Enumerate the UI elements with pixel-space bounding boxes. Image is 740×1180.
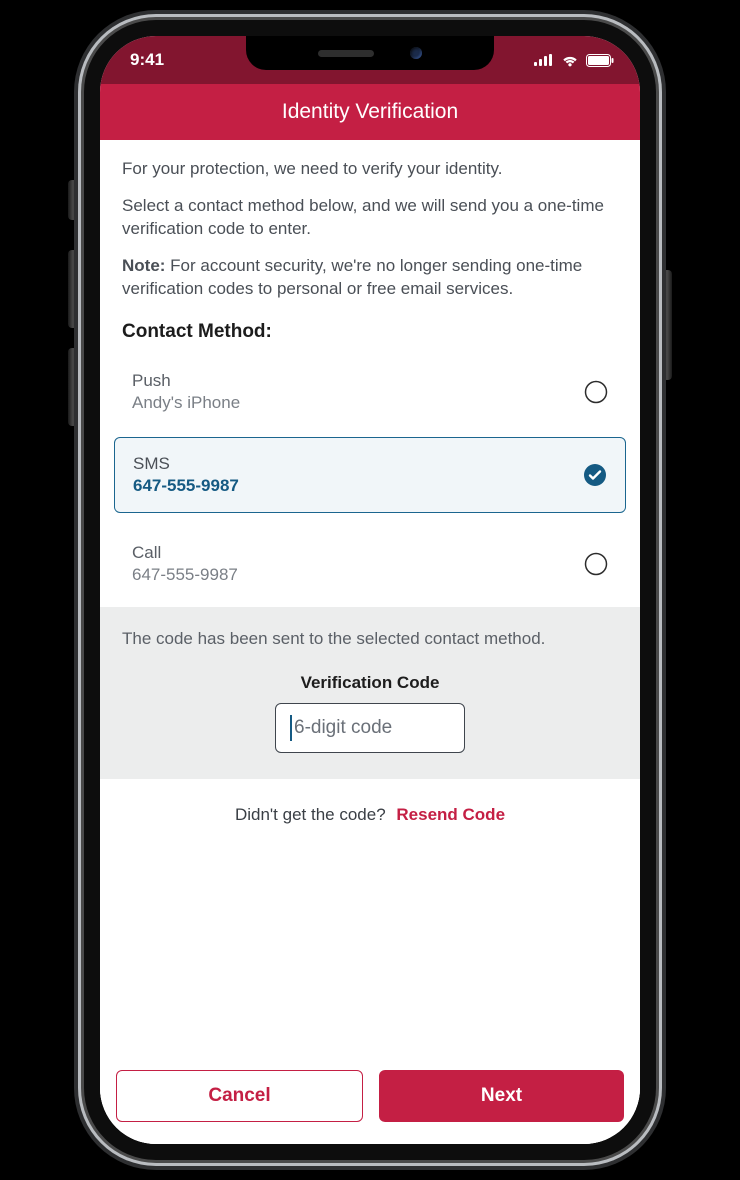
method-label: SMS [133,454,239,474]
cancel-button[interactable]: Cancel [116,1070,363,1122]
content-area: For your protection, we need to verify y… [100,140,640,1144]
intro-note: Note: For account security, we're no lon… [122,255,618,301]
status-time: 9:41 [130,50,164,70]
contact-method-push[interactable]: Push Andy's iPhone [114,357,626,427]
contact-method-title: Contact Method: [100,315,640,357]
device-notch [246,36,494,70]
radio-unchecked-icon [584,380,608,404]
page-title-bar: Identity Verification [100,84,640,140]
cancel-button-label: Cancel [208,1085,270,1107]
text-caret [290,715,292,741]
method-label: Push [132,371,240,391]
radio-checked-icon [583,463,607,487]
radio-unchecked-icon [584,552,608,576]
next-button[interactable]: Next [379,1070,624,1122]
page-title: Identity Verification [282,100,458,124]
phone-silent-switch [68,180,78,220]
code-sent-message: The code has been sent to the selected c… [122,629,618,649]
intro-block: For your protection, we need to verify y… [100,140,640,301]
screen: 9:41 [100,36,640,1144]
phone-power-button [662,270,672,380]
footer-actions: Cancel Next [100,1058,640,1144]
next-button-label: Next [481,1085,522,1107]
phone-volume-down [68,348,78,426]
intro-line-1: For your protection, we need to verify y… [122,158,618,181]
verification-code-input[interactable]: 6-digit code [275,703,465,753]
verification-code-label: Verification Code [122,673,618,693]
method-label: Call [132,543,238,563]
verification-panel: The code has been sent to the selected c… [100,607,640,779]
intro-line-2: Select a contact method below, and we wi… [122,195,618,241]
front-camera [410,47,422,59]
code-input-placeholder: 6-digit code [294,717,392,739]
wifi-icon [561,54,579,67]
contact-method-sms[interactable]: SMS 647-555-9987 [114,437,626,513]
method-value: 647-555-9987 [133,476,239,496]
battery-icon [586,54,614,67]
phone-volume-up [68,250,78,328]
resend-prompt: Didn't get the code? [235,805,386,824]
note-label: Note: [122,256,165,275]
resend-code-link[interactable]: Resend Code [396,805,505,824]
contact-method-call[interactable]: Call 647-555-9987 [114,529,626,599]
cellular-icon [534,54,554,66]
resend-row: Didn't get the code? Resend Code [100,779,640,851]
phone-frame: 9:41 [84,20,656,1160]
note-text: For account security, we're no longer se… [122,256,582,298]
method-value: 647-555-9987 [132,565,238,585]
speaker-grill [318,50,374,57]
method-value: Andy's iPhone [132,393,240,413]
